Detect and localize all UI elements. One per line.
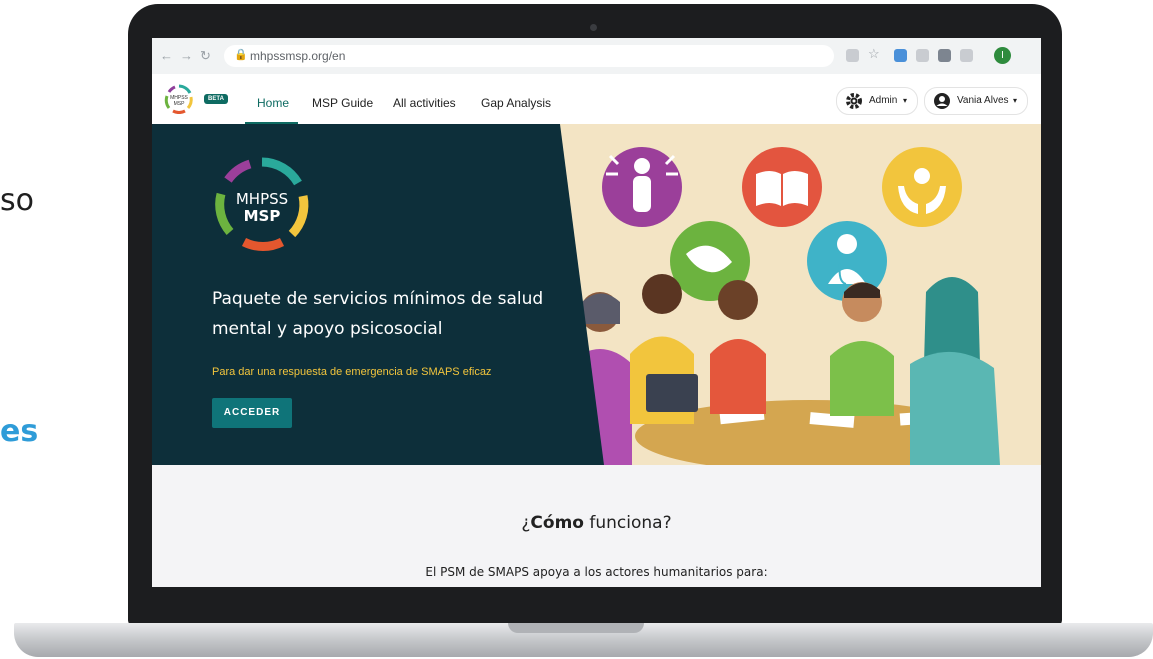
browser-profile-avatar[interactable]: I xyxy=(994,47,1011,64)
section-body: El PSM de SMAPS apoya a los actores huma… xyxy=(425,565,768,579)
beta-badge: BETA xyxy=(204,94,228,104)
url-text: mhpssmsp.org/en xyxy=(250,49,346,63)
hero-mhpss-msp-logo-icon: MHPSS MSP xyxy=(215,157,309,252)
chevron-down-icon: ▾ xyxy=(1013,96,1018,105)
screen: ← → ↻ 🔒 mhpssmsp.org/en ☆ I MHPSS MSP BE… xyxy=(152,38,1041,587)
nav-msp-guide[interactable]: MSP Guide xyxy=(312,96,373,110)
admin-dropdown[interactable]: Admin ▾ xyxy=(836,87,918,115)
extension-icon[interactable] xyxy=(894,49,907,62)
laptop-notch xyxy=(508,623,644,633)
extension-icon[interactable] xyxy=(938,49,951,62)
user-name: Vania Alves xyxy=(957,95,1009,106)
camera-icon xyxy=(590,24,597,31)
section-title-rest: funciona? xyxy=(583,513,672,533)
lock-icon: 🔒 xyxy=(234,49,248,61)
hero-banner: MHPSS MSP Paquete de servicios mínimos d… xyxy=(152,124,1041,465)
address-bar[interactable]: 🔒 mhpssmsp.org/en xyxy=(224,45,834,67)
browser-toolbar: ← → ↻ 🔒 mhpssmsp.org/en ☆ I xyxy=(152,38,1041,74)
access-button[interactable]: ACCEDER xyxy=(212,398,292,428)
hero-logo-text-top: MHPSS xyxy=(236,190,288,208)
admin-label: Admin xyxy=(869,95,898,106)
section-title-bold: Cómo xyxy=(530,513,584,533)
user-avatar-icon xyxy=(934,93,950,109)
how-it-works-section: ¿Cómo funciona? El PSM de SMAPS apoya a … xyxy=(152,465,1041,587)
hero-title: Paquete de servicios mínimos de salud me… xyxy=(212,289,544,339)
hero-logo-text-bottom: MSP xyxy=(244,207,281,225)
chevron-down-icon: ▾ xyxy=(903,96,908,105)
mhpss-msp-logo-icon[interactable]: MHPSS MSP xyxy=(164,84,194,114)
user-dropdown[interactable]: Vania Alves ▾ xyxy=(924,87,1028,115)
translate-icon[interactable] xyxy=(846,49,859,62)
section-title: ¿Cómo funciona? xyxy=(152,513,1041,533)
nav-home[interactable]: Home xyxy=(257,96,289,110)
gear-icon xyxy=(846,93,862,109)
logo-text-bottom: MSP xyxy=(174,101,186,107)
star-icon[interactable]: ☆ xyxy=(868,46,880,62)
nav-gap-analysis[interactable]: Gap Analysis xyxy=(481,96,551,110)
back-icon[interactable]: ← xyxy=(160,48,173,63)
reload-icon[interactable]: ↻ xyxy=(200,48,211,64)
app-navbar: MHPSS MSP BETA Home MSP Guide All activi… xyxy=(152,74,1041,125)
forward-icon[interactable]: → xyxy=(180,48,193,63)
hero-subtitle: Para dar una respuesta de emergencia de … xyxy=(212,366,492,378)
extensions-menu-icon[interactable] xyxy=(960,49,973,62)
side-text-top: so xyxy=(0,183,34,218)
nav-all-activities[interactable]: All activities xyxy=(393,96,456,110)
side-text-bottom: es xyxy=(0,414,39,449)
extension-icon[interactable] xyxy=(916,49,929,62)
